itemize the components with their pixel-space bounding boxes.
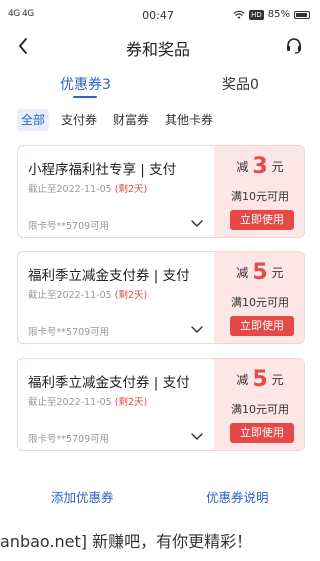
coupon-expiry: 截止至2022-11-05 (剩2天)	[28, 394, 147, 408]
coupon-value-panel: 减5元 满10元可用 立即使用	[214, 359, 304, 450]
footer-links: 添加优惠券 优惠券说明	[0, 485, 316, 507]
coupon-prefix: 减	[236, 160, 249, 174]
battery-icon	[294, 10, 310, 19]
coupon-name: 小程序福利社专享 | 支付	[28, 162, 177, 178]
coupon-card: 福利季立减金支付券 | 支付 截止至2022-11-05 (剩2天) 限卡号**…	[17, 358, 305, 451]
headset-icon[interactable]	[284, 36, 304, 56]
wifi-icon	[233, 10, 245, 19]
coupon-card-limit: 限卡号**5709可用	[28, 327, 110, 338]
coupon-amount: 5	[252, 367, 268, 392]
coupon-condition: 满10元可用	[231, 403, 289, 416]
tab-bar: 优惠券3 奖品0	[0, 68, 316, 100]
coupon-name: 福利季立减金支付券 | 支付	[28, 375, 190, 391]
coupon-card-limit: 限卡号**5709可用	[28, 221, 110, 232]
filter-payment[interactable]: 支付券	[57, 109, 101, 131]
coupon-amount-line: 减5元	[214, 260, 304, 285]
nav-bar: 券和奖品	[0, 32, 316, 62]
coupon-unit: 元	[271, 266, 284, 280]
coupon-name: 福利季立减金支付券 | 支付	[28, 268, 190, 284]
filter-wealth[interactable]: 财富券	[109, 109, 153, 131]
chevron-down-icon[interactable]	[190, 218, 204, 230]
coupon-expiry-date: 截止至2022-11-05	[28, 184, 112, 195]
chevron-down-icon[interactable]	[190, 431, 204, 443]
tab-prizes[interactable]: 奖品0	[222, 74, 259, 94]
coupon-expiry: 截止至2022-11-05 (剩2天)	[28, 181, 147, 195]
battery-percent: 85%	[267, 9, 290, 20]
coupon-value-panel: 减5元 满10元可用 立即使用	[214, 252, 304, 343]
coupon-amount: 5	[252, 260, 268, 285]
coupon-expiry-date: 截止至2022-11-05	[28, 397, 112, 408]
coupon-remaining: (剩2天)	[114, 397, 148, 408]
coupon-expiry: 截止至2022-11-05 (剩2天)	[28, 287, 147, 301]
coupon-card-limit: 限卡号**5709可用	[28, 434, 110, 445]
coupon-prefix: 减	[236, 266, 249, 280]
tab-coupons[interactable]: 优惠券3	[60, 74, 111, 94]
filter-all[interactable]: 全部	[17, 109, 50, 131]
coupon-info: 福利季立减金支付券 | 支付 截止至2022-11-05 (剩2天) 限卡号**…	[18, 252, 214, 343]
watermark-text: anbao.net] 新赚吧，有你更精彩！	[0, 532, 253, 551]
hd-badge: HD	[249, 9, 264, 20]
page-title: 券和奖品	[125, 40, 190, 59]
coupon-explanation-link[interactable]: 优惠券说明	[206, 487, 269, 506]
coupon-unit: 元	[271, 160, 284, 174]
coupon-remaining: (剩2天)	[114, 184, 148, 195]
coupon-card: 福利季立减金支付券 | 支付 截止至2022-11-05 (剩2天) 限卡号**…	[17, 251, 305, 344]
filter-other-cards[interactable]: 其他卡券	[161, 109, 217, 131]
coupon-unit: 元	[271, 373, 284, 387]
filter-bar: 全部 支付券 财富券 其他卡券	[17, 109, 217, 131]
chevron-down-icon[interactable]	[190, 324, 204, 336]
add-coupon-link[interactable]: 添加优惠券	[51, 487, 114, 506]
use-now-button[interactable]: 立即使用	[230, 210, 294, 230]
coupon-info: 小程序福利社专享 | 支付 截止至2022-11-05 (剩2天) 限卡号**5…	[18, 146, 214, 237]
status-bar: 4G 4G 00:47 HD 85%	[0, 0, 316, 32]
coupon-value-panel: 减3元 满10元可用 立即使用	[214, 146, 304, 237]
coupon-card: 小程序福利社专享 | 支付 截止至2022-11-05 (剩2天) 限卡号**5…	[17, 145, 305, 238]
coupon-condition: 满10元可用	[231, 190, 289, 203]
coupon-amount-line: 减3元	[214, 154, 304, 179]
coupon-amount-line: 减5元	[214, 367, 304, 392]
coupon-remaining: (剩2天)	[114, 290, 148, 301]
coupon-prefix: 减	[236, 373, 249, 387]
coupon-condition: 满10元可用	[231, 296, 289, 309]
status-right-group: HD 85%	[233, 9, 310, 20]
coupon-expiry-date: 截止至2022-11-05	[28, 290, 112, 301]
coupon-amount: 3	[252, 154, 268, 179]
use-now-button[interactable]: 立即使用	[230, 316, 294, 336]
tab-active-indicator	[73, 96, 97, 98]
use-now-button[interactable]: 立即使用	[230, 423, 294, 443]
coupon-info: 福利季立减金支付券 | 支付 截止至2022-11-05 (剩2天) 限卡号**…	[18, 359, 214, 450]
